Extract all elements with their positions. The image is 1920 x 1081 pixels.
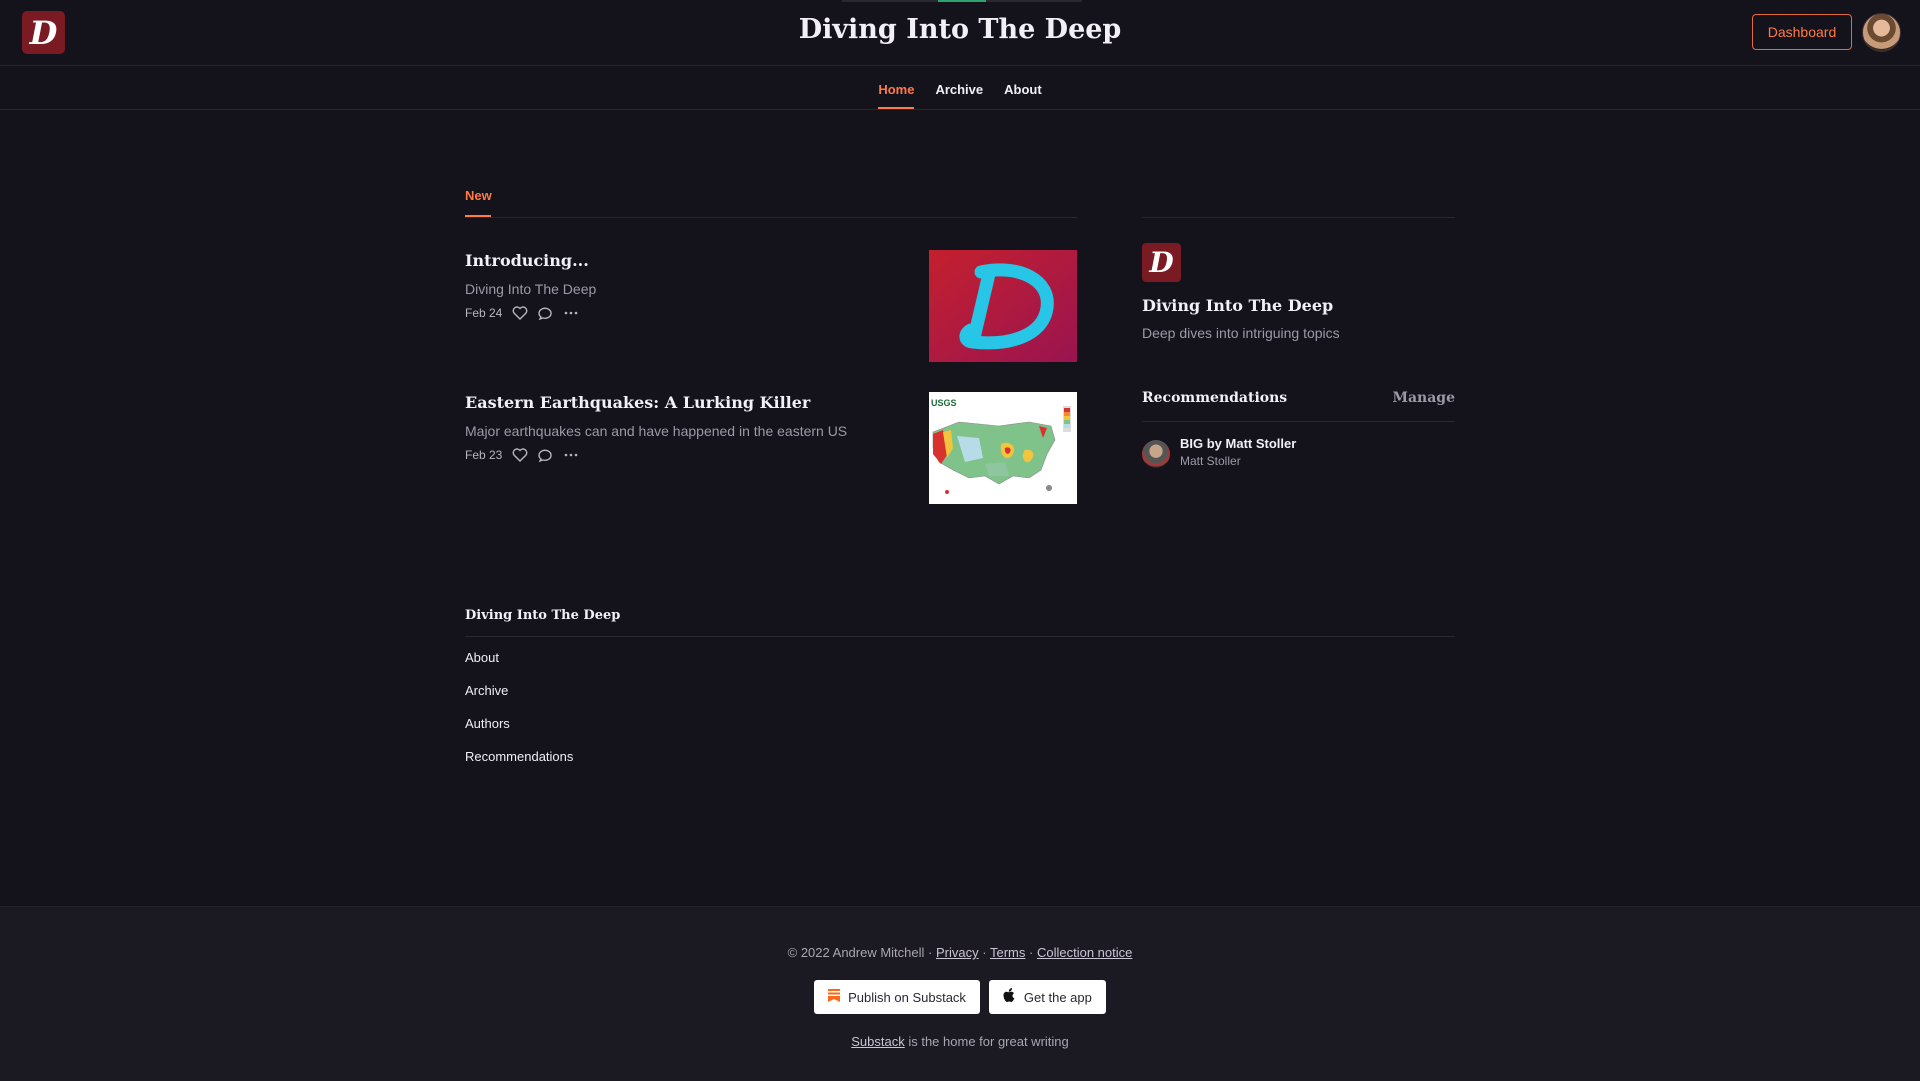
usgs-label: USGS [931,398,957,408]
comment-icon[interactable] [538,448,554,462]
recommendations-header: Recommendations Manage [1142,390,1455,422]
tagline: Substack is the home for great writing [0,1034,1920,1049]
substack-icon [828,989,841,1005]
copyright-text: © 2022 Andrew Mitchell [787,945,925,960]
site-footer: Diving Into The Deep About Archive Autho… [465,608,1455,780]
terms-link[interactable]: Terms [990,945,1025,960]
footer-link-recommendations[interactable]: Recommendations [465,747,1455,780]
sidebar-divider [1142,217,1455,218]
feed-tabs: New [465,184,1077,218]
nav-about[interactable]: About [1004,66,1042,109]
copyright-line: © 2022 Andrew Mitchell · Privacy · Terms… [0,945,1920,960]
footer-link-archive[interactable]: Archive [465,681,1455,714]
collection-notice-link[interactable]: Collection notice [1037,945,1132,960]
divider [465,636,1455,637]
recommendation-author: Matt Stoller [1180,454,1241,468]
reading-progress [842,0,1082,2]
privacy-link[interactable]: Privacy [936,945,979,960]
logo-letter: D [1149,245,1174,279]
avatar [1142,440,1170,468]
top-bar: D Diving Into The Deep Dashboard [0,0,1920,66]
separator: · [1029,945,1034,960]
substack-link[interactable]: Substack [851,1034,904,1049]
recommendation-item[interactable]: BIG by Matt Stoller Matt Stoller [1142,436,1455,472]
footer-link-authors[interactable]: Authors [465,714,1455,747]
app-label: Get the app [1023,989,1092,1005]
manage-link[interactable]: Manage [1392,390,1455,406]
heart-icon[interactable] [512,306,528,320]
nav-home[interactable]: Home [878,66,915,109]
separator: · [928,945,933,960]
page-footer: © 2022 Andrew Mitchell · Privacy · Terms… [0,906,1920,1081]
publication-logo[interactable]: D [1142,243,1181,282]
apple-icon [1003,988,1016,1006]
footer-link-about[interactable]: About [465,648,1455,681]
tagline-text: is the home for great writing [908,1034,1069,1049]
footer-buttons: Publish on Substack Get the app [0,980,1920,1014]
main-nav: Home Archive About [0,66,1920,110]
site-footer-links: About Archive Authors Recommendations [465,648,1455,780]
user-avatar[interactable] [1862,13,1901,52]
site-footer-title: Diving Into The Deep [465,608,621,623]
publish-label: Publish on Substack [848,989,966,1005]
post-date: Feb 24 [465,306,503,320]
tab-new[interactable]: New [465,188,492,217]
nav-archive[interactable]: Archive [935,66,983,109]
get-the-app-button[interactable]: Get the app [988,980,1106,1014]
heart-icon[interactable] [512,448,528,462]
recommendations-title: Recommendations [1142,390,1288,406]
site-title[interactable]: Diving Into The Deep [0,14,1920,45]
publication-description: Deep dives into intriguing topics [1142,325,1340,341]
publication-card: D Diving Into The Deep Deep dives into i… [1142,243,1455,341]
post-thumbnail[interactable]: USGS [929,392,1077,504]
more-icon[interactable] [564,310,578,316]
comment-icon[interactable] [538,306,554,320]
more-icon[interactable] [564,452,578,458]
separator: · [982,945,987,960]
publish-on-substack-button[interactable]: Publish on Substack [814,980,980,1014]
publication-name[interactable]: Diving Into The Deep [1142,296,1455,315]
post-date: Feb 23 [465,448,503,462]
dashboard-button[interactable]: Dashboard [1752,14,1852,50]
post-thumbnail[interactable] [929,250,1077,362]
recommendation-name[interactable]: BIG by Matt Stoller [1180,436,1296,451]
